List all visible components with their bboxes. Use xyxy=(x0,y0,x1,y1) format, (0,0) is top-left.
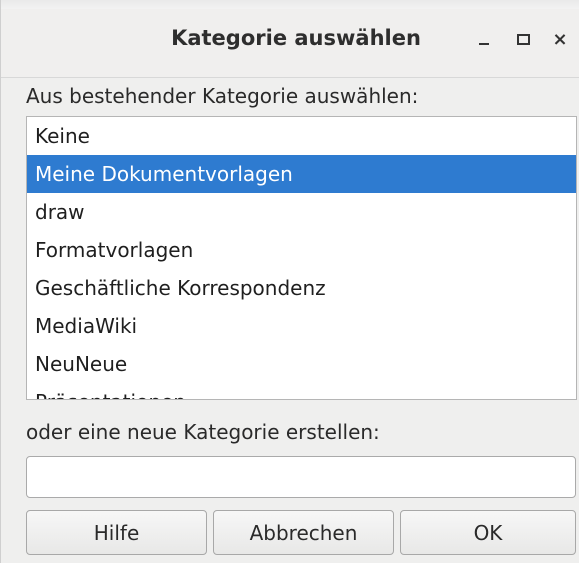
minimize-icon xyxy=(479,43,489,45)
dialog-title: Kategorie auswählen xyxy=(171,26,421,50)
new-category-input[interactable] xyxy=(26,456,576,498)
help-button[interactable]: Hilfe xyxy=(26,510,207,555)
existing-category-label: Aus bestehender Kategorie auswählen: xyxy=(26,84,419,108)
list-item[interactable]: draw xyxy=(27,193,576,231)
minimize-button[interactable] xyxy=(471,26,497,52)
close-button[interactable]: × xyxy=(547,26,573,52)
maximize-button[interactable] xyxy=(510,26,536,52)
list-item[interactable]: Präsentationen xyxy=(27,383,576,399)
list-item[interactable]: Keine xyxy=(27,117,576,155)
list-item[interactable]: Formatvorlagen xyxy=(27,231,576,269)
title-bar-top-edge xyxy=(1,0,579,9)
list-item[interactable]: NeuNeue xyxy=(27,345,576,383)
maximize-icon xyxy=(516,33,530,45)
list-item[interactable]: MediaWiki xyxy=(27,307,576,345)
new-category-label: oder eine neue Kategorie erstellen: xyxy=(26,420,380,444)
cancel-button[interactable]: Abbrechen xyxy=(213,510,394,555)
category-list[interactable]: Keine Meine Dokumentvorlagen draw Format… xyxy=(26,116,577,400)
list-item-selected[interactable]: Meine Dokumentvorlagen xyxy=(27,155,576,193)
ok-button[interactable]: OK xyxy=(400,510,576,555)
list-item[interactable]: Geschäftliche Korrespondenz xyxy=(27,269,576,307)
dialog-window: Kategorie auswählen × Aus bestehender Ka… xyxy=(0,0,579,563)
close-icon: × xyxy=(552,28,568,50)
title-bar[interactable]: Kategorie auswählen × xyxy=(1,0,579,78)
